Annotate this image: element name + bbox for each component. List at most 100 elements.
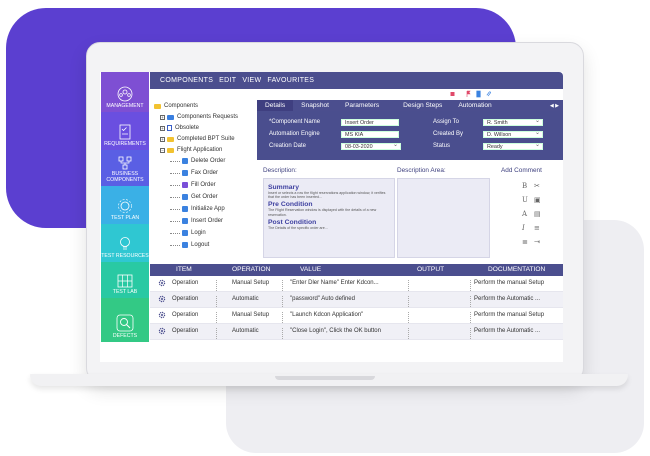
tree-item-component[interactable]: Delete Order [162, 158, 225, 164]
assign-to-label: Assign To [433, 119, 459, 125]
copy-icon[interactable]: ▣ [534, 196, 541, 204]
gear-plan-icon [118, 199, 132, 214]
underline-icon[interactable]: U [522, 196, 528, 204]
creation-date-field[interactable]: 08-03-2020 [341, 142, 401, 150]
tree-root[interactable]: Components [154, 103, 198, 109]
font-icon[interactable]: A [522, 210, 527, 218]
summary-text: Insert or selects a row the flight reser… [268, 191, 386, 200]
table-row[interactable]: Operation Automatic "password" Auto defi… [150, 292, 563, 308]
align-icon[interactable]: ≣ [522, 238, 528, 246]
tab-design-steps[interactable]: Design Steps [395, 100, 450, 111]
module-test-plan[interactable]: TEST PLAN [101, 186, 149, 224]
component-icon [182, 242, 188, 248]
expand-icon[interactable]: + [160, 114, 165, 120]
magnifier-icon [116, 314, 134, 332]
tree-item-flight-application[interactable]: − Flight Application [160, 147, 222, 153]
gear-icon [158, 295, 166, 303]
module-test-resources[interactable]: TEST RESOURCES [101, 224, 149, 262]
module-label: TEST RESOURCES [101, 253, 149, 260]
menu-components[interactable]: COMPONENTS [160, 77, 213, 84]
component-icon [182, 218, 188, 224]
assign-to-select[interactable]: R. Smith [483, 118, 543, 126]
tab-automation[interactable]: Automation [450, 100, 499, 111]
cut-icon[interactable]: ✂ [534, 182, 540, 190]
add-comment-button[interactable]: Add Comment [501, 167, 542, 174]
tree-item-component[interactable]: Get Order [162, 194, 218, 200]
bold-icon[interactable]: B [522, 182, 527, 190]
collapse-icon[interactable]: − [160, 147, 165, 153]
italic-icon[interactable]: I [522, 224, 525, 232]
module-label: DEFECTS [112, 333, 138, 340]
table-row[interactable]: Operation Automatic "Close Login", Click… [150, 324, 563, 340]
tree-item-component[interactable]: Fill Order [162, 182, 216, 188]
menu-edit[interactable]: EDIT [219, 77, 236, 84]
expand-icon[interactable]: + [160, 136, 165, 142]
component-name-field[interactable]: Insert Order [341, 119, 399, 126]
flag-icon[interactable] [466, 90, 471, 98]
tree-item-component[interactable]: Login [162, 230, 206, 236]
document-icon[interactable] [476, 90, 481, 98]
detail-tabs: Details Snapshot Parameters Design Steps… [257, 100, 563, 111]
stage: MANAGEMENT REQUIREMENTS BUSINESS COMPONE… [0, 0, 650, 456]
document-icon [167, 125, 172, 131]
column-item[interactable]: ITEM [176, 266, 192, 273]
module-management[interactable]: MANAGEMENT [101, 72, 149, 112]
tree-item-obsolete[interactable]: + Obsolete [160, 125, 199, 131]
tab-scroll-icon[interactable]: ◀ ▶ [546, 103, 563, 109]
status-label: Status [433, 143, 451, 149]
module-defects[interactable]: DEFECTS [101, 298, 149, 342]
column-value[interactable]: VALUE [300, 266, 321, 273]
status-select[interactable]: Ready [483, 142, 543, 150]
module-label: TEST LAB [112, 289, 138, 296]
component-tree: Components + Components Requests + Obsol… [152, 100, 256, 262]
text-format-toolbar: B ✂ U ▣ A ▤ I ≡ ≣ ⇥ [520, 182, 550, 260]
laptop-notch [275, 376, 375, 380]
column-output[interactable]: OUTPUT [417, 266, 444, 273]
gear-icon [158, 311, 166, 319]
description-area-box[interactable] [397, 178, 490, 258]
table-row[interactable]: Operation Manual Setup "Launch Kdcon App… [150, 308, 563, 324]
module-label: REQUIREMENTS [104, 141, 146, 148]
module-test-lab[interactable]: TEST LAB [101, 262, 149, 298]
steps-grid-header: ITEM OPERATION VALUE OUTPUT DOCUMENTATIO… [150, 264, 563, 276]
paste-icon[interactable]: ▤ [534, 210, 541, 218]
cell-documentation: Perform the manual Setup [474, 280, 545, 286]
table-row[interactable]: Operation Manual Setup "Enter Dler Name"… [150, 276, 563, 292]
cell-documentation: Perform the Automatic ... [474, 296, 541, 302]
description-text-box[interactable]: Summary Insert or selects a row the flig… [263, 178, 395, 258]
description-title: Description: [263, 167, 297, 174]
folder-icon [167, 147, 174, 153]
folder-icon [167, 136, 174, 142]
tab-snapshot[interactable]: Snapshot [293, 100, 337, 111]
indent-icon[interactable]: ⇥ [534, 238, 540, 246]
tab-details[interactable]: Details [257, 100, 294, 111]
cell-documentation: Perform the manual Setup [474, 312, 545, 318]
menu-favourites[interactable]: FAVOURITES [267, 77, 314, 84]
module-label: TEST PLAN [110, 215, 140, 222]
pre-condition-heading: Pre Condition [268, 201, 313, 209]
created-by-select[interactable]: D. Willson [483, 130, 543, 138]
attach-icon[interactable] [486, 90, 491, 98]
tree-item-bpt-suite[interactable]: + Completed BPT Suite [160, 136, 235, 142]
cell-value: "password" Auto defined [290, 296, 355, 302]
tree-item-component[interactable]: Initialize App [162, 206, 225, 212]
tree-item-component[interactable]: Insert Order [162, 218, 223, 224]
column-documentation[interactable]: DOCUMENTATION [488, 266, 545, 273]
cell-item: Operation [172, 328, 199, 334]
expand-icon[interactable]: + [160, 125, 165, 131]
cell-operation: Manual Setup [232, 280, 270, 286]
module-business-components[interactable]: BUSINESS COMPONENTS [101, 150, 149, 186]
delete-icon[interactable] [450, 90, 455, 98]
column-operation[interactable]: OPERATION [232, 266, 270, 273]
cell-operation: Manual Setup [232, 312, 270, 318]
tree-item-component[interactable]: Logout [162, 242, 209, 248]
tab-parameters[interactable]: Parameters [337, 100, 387, 111]
automation-engine-field[interactable]: MS KIA [341, 131, 399, 138]
module-requirements[interactable]: REQUIREMENTS [101, 112, 149, 150]
group-icon [117, 86, 133, 102]
tree-item-requests[interactable]: + Components Requests [160, 114, 238, 120]
menu-view[interactable]: VIEW [242, 77, 261, 84]
list-icon[interactable]: ≡ [534, 224, 540, 232]
component-icon [182, 158, 188, 164]
tree-item-component[interactable]: Fax Order [162, 170, 218, 176]
